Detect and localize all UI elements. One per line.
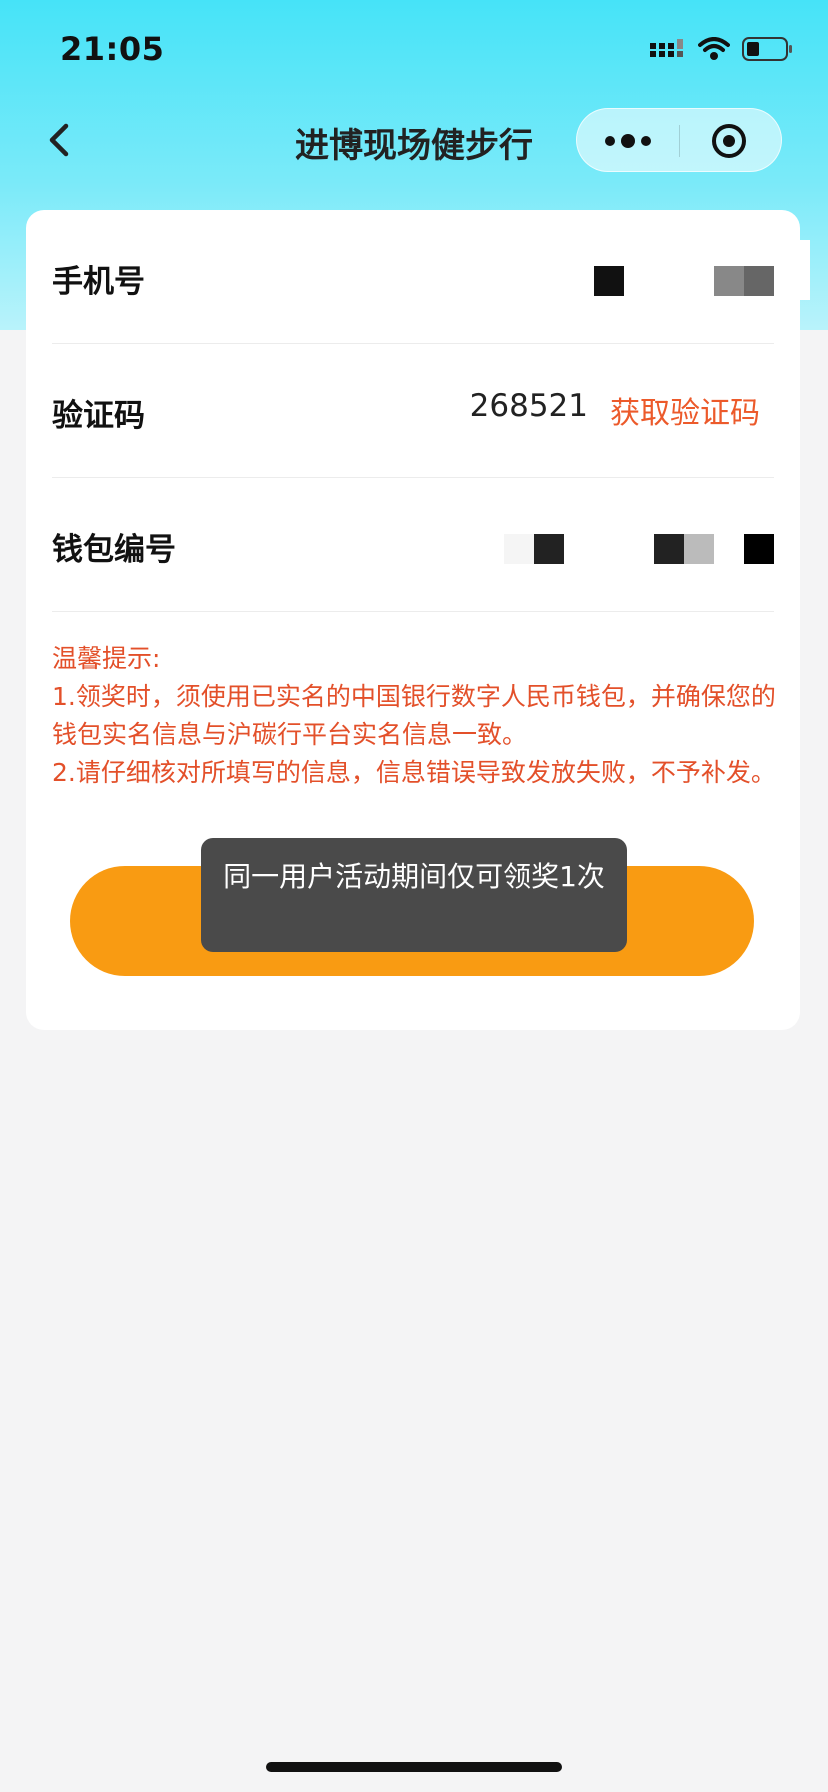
toast-message: 同一用户活动期间仅可领奖1次 [201,838,627,952]
redaction-block [504,534,534,564]
redaction-block [594,266,624,296]
code-input[interactable]: 268521 [470,388,588,424]
code-row[interactable]: 验证码 268521 获取验证码 [52,344,774,478]
wallet-input-redacted[interactable] [504,534,774,566]
tips-title: 温馨提示: [52,644,161,673]
more-button[interactable] [577,109,679,173]
status-time: 21:05 [60,30,165,68]
status-bar: 21:05 [0,0,828,100]
phone-row[interactable]: 手机号 [52,210,774,344]
redaction-block [534,534,564,564]
tips-line-2: 2.请仔细核对所填写的信息，信息错误导致发放失败，不予补发。 [52,758,776,787]
redaction-block [654,534,684,564]
wallet-row[interactable]: 钱包编号 [52,478,774,612]
status-icons [650,36,794,62]
close-mini-program-button[interactable] [680,109,782,173]
wifi-icon [698,37,730,60]
home-indicator[interactable] [266,1762,562,1772]
tips-line-1: 1.领奖时，须使用已实名的中国银行数字人民币钱包，并确保您的钱包实名信息与沪碳行… [52,682,776,749]
phone-input-redacted[interactable] [594,266,774,298]
code-label: 验证码 [52,398,145,434]
side-edge-tab [800,240,810,300]
get-code-button[interactable]: 获取验证码 [610,388,760,432]
target-icon [712,124,746,158]
signal-icon [650,39,683,57]
redaction-block [744,534,774,564]
more-dots-icon [605,134,651,148]
warm-tips: 温馨提示: 1.领奖时，须使用已实名的中国银行数字人民币钱包，并确保您的钱包实名… [52,640,782,792]
redaction-block [744,266,774,296]
mini-program-capsule [576,108,782,172]
battery-icon [742,37,792,61]
navigation-bar: 进博现场健步行 [0,100,828,182]
phone-label: 手机号 [52,264,145,300]
wallet-label: 钱包编号 [52,532,176,568]
redaction-block [684,534,714,564]
redaction-block [714,266,744,296]
